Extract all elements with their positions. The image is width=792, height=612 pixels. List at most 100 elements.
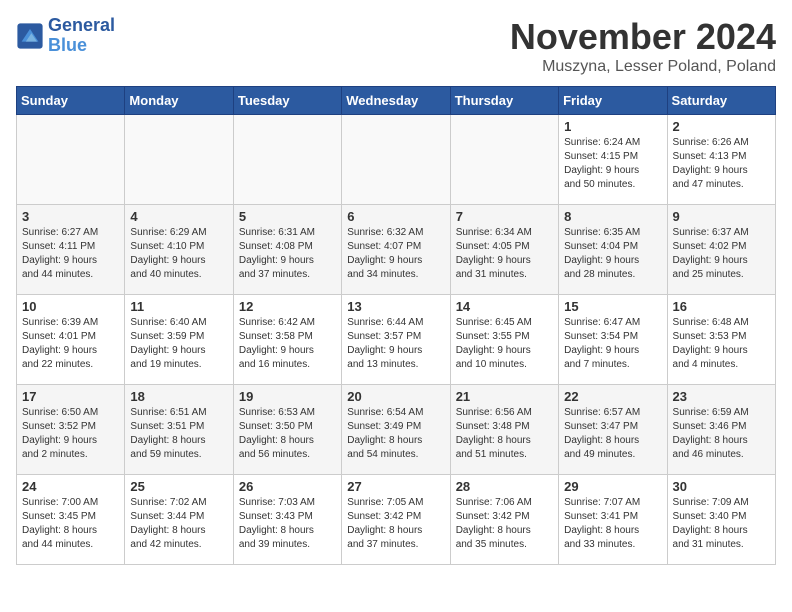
calendar-cell: 26 Sunrise: 7:03 AM Sunset: 3:43 PM Dayli…: [233, 475, 341, 565]
day-info: Sunrise: 6:27 AM Sunset: 4:11 PM Dayligh…: [22, 226, 119, 282]
header-wednesday: Wednesday: [342, 87, 450, 115]
calendar-week-0: 1Sunrise: 6:24 AM Sunset: 4:15 PM Daylig…: [17, 115, 776, 205]
header-row: Sunday Monday Tuesday Wednesday Thursday…: [17, 87, 776, 115]
header-friday: Friday: [559, 87, 667, 115]
calendar-cell: [450, 115, 558, 205]
calendar-cell: 18 Sunrise: 6:51 AM Sunset: 3:51 PM Dayli…: [125, 385, 233, 475]
day-info: Sunrise: 6:29 AM Sunset: 4:10 PM Dayligh…: [130, 226, 227, 282]
calendar-cell: 2 Sunrise: 6:26 AM Sunset: 4:13 PM Daylig…: [667, 115, 775, 205]
day-info: Sunrise: 6:24 AM Sunset: 4:15 PM Dayligh…: [564, 136, 661, 192]
day-number: 15: [564, 299, 661, 314]
calendar-cell: 12 Sunrise: 6:42 AM Sunset: 3:58 PM Dayli…: [233, 295, 341, 385]
calendar-cell: 22Sunrise: 6:57 AM Sunset: 3:47 PM Dayli…: [559, 385, 667, 475]
day-info: Sunrise: 6:31 AM Sunset: 4:08 PM Dayligh…: [239, 226, 336, 282]
calendar-cell: 3Sunrise: 6:27 AM Sunset: 4:11 PM Daylig…: [17, 205, 125, 295]
calendar-cell: 5 Sunrise: 6:31 AM Sunset: 4:08 PM Daylig…: [233, 205, 341, 295]
day-info: Sunrise: 7:06 AM Sunset: 3:42 PM Dayligh…: [456, 496, 553, 552]
calendar-cell: [17, 115, 125, 205]
day-info: Sunrise: 6:57 AM Sunset: 3:47 PM Dayligh…: [564, 406, 661, 462]
day-info: Sunrise: 6:26 AM Sunset: 4:13 PM Dayligh…: [673, 136, 770, 192]
calendar-cell: 13 Sunrise: 6:44 AM Sunset: 3:57 PM Dayli…: [342, 295, 450, 385]
calendar-cell: 21 Sunrise: 6:56 AM Sunset: 3:48 PM Dayli…: [450, 385, 558, 475]
day-info: Sunrise: 6:56 AM Sunset: 3:48 PM Dayligh…: [456, 406, 553, 462]
calendar-cell: 27 Sunrise: 7:05 AM Sunset: 3:42 PM Dayli…: [342, 475, 450, 565]
header-sunday: Sunday: [17, 87, 125, 115]
day-number: 10: [22, 299, 119, 314]
day-info: Sunrise: 6:47 AM Sunset: 3:54 PM Dayligh…: [564, 316, 661, 372]
day-number: 30: [673, 479, 770, 494]
day-info: Sunrise: 7:03 AM Sunset: 3:43 PM Dayligh…: [239, 496, 336, 552]
day-info: Sunrise: 6:39 AM Sunset: 4:01 PM Dayligh…: [22, 316, 119, 372]
day-number: 9: [673, 209, 770, 224]
month-title: November 2024: [510, 16, 776, 58]
day-number: 17: [22, 389, 119, 404]
calendar-cell: 1Sunrise: 6:24 AM Sunset: 4:15 PM Daylig…: [559, 115, 667, 205]
day-number: 16: [673, 299, 770, 314]
calendar-cell: [233, 115, 341, 205]
calendar-cell: 14 Sunrise: 6:45 AM Sunset: 3:55 PM Dayli…: [450, 295, 558, 385]
day-info: Sunrise: 7:00 AM Sunset: 3:45 PM Dayligh…: [22, 496, 119, 552]
page-header: General Blue November 2024 Muszyna, Less…: [16, 16, 776, 76]
day-number: 6: [347, 209, 444, 224]
day-info: Sunrise: 6:40 AM Sunset: 3:59 PM Dayligh…: [130, 316, 227, 372]
day-number: 13: [347, 299, 444, 314]
calendar-cell: 10 Sunrise: 6:39 AM Sunset: 4:01 PM Dayli…: [17, 295, 125, 385]
day-number: 18: [130, 389, 227, 404]
day-info: Sunrise: 6:50 AM Sunset: 3:52 PM Dayligh…: [22, 406, 119, 462]
location-subtitle: Muszyna, Lesser Poland, Poland: [510, 58, 776, 76]
day-info: Sunrise: 6:32 AM Sunset: 4:07 PM Dayligh…: [347, 226, 444, 282]
calendar-cell: [342, 115, 450, 205]
calendar-cell: 25 Sunrise: 7:02 AM Sunset: 3:44 PM Dayli…: [125, 475, 233, 565]
title-section: November 2024 Muszyna, Lesser Poland, Po…: [510, 16, 776, 76]
day-info: Sunrise: 6:44 AM Sunset: 3:57 PM Dayligh…: [347, 316, 444, 372]
day-info: Sunrise: 6:42 AM Sunset: 3:58 PM Dayligh…: [239, 316, 336, 372]
day-info: Sunrise: 6:53 AM Sunset: 3:50 PM Dayligh…: [239, 406, 336, 462]
logo-line2: Blue: [48, 36, 115, 56]
calendar-week-1: 3Sunrise: 6:27 AM Sunset: 4:11 PM Daylig…: [17, 205, 776, 295]
calendar-cell: 15 Sunrise: 6:47 AM Sunset: 3:54 PM Dayli…: [559, 295, 667, 385]
day-info: Sunrise: 6:59 AM Sunset: 3:46 PM Dayligh…: [673, 406, 770, 462]
day-info: Sunrise: 7:09 AM Sunset: 3:40 PM Dayligh…: [673, 496, 770, 552]
day-info: Sunrise: 6:51 AM Sunset: 3:51 PM Dayligh…: [130, 406, 227, 462]
day-info: Sunrise: 6:48 AM Sunset: 3:53 PM Dayligh…: [673, 316, 770, 372]
day-number: 5: [239, 209, 336, 224]
day-number: 12: [239, 299, 336, 314]
day-info: Sunrise: 7:05 AM Sunset: 3:42 PM Dayligh…: [347, 496, 444, 552]
calendar-cell: 6 Sunrise: 6:32 AM Sunset: 4:07 PM Daylig…: [342, 205, 450, 295]
header-tuesday: Tuesday: [233, 87, 341, 115]
day-info: Sunrise: 7:02 AM Sunset: 3:44 PM Dayligh…: [130, 496, 227, 552]
calendar-cell: 29Sunrise: 7:07 AM Sunset: 3:41 PM Dayli…: [559, 475, 667, 565]
day-number: 27: [347, 479, 444, 494]
day-number: 29: [564, 479, 661, 494]
day-number: 23: [673, 389, 770, 404]
day-number: 14: [456, 299, 553, 314]
day-number: 24: [22, 479, 119, 494]
day-info: Sunrise: 6:34 AM Sunset: 4:05 PM Dayligh…: [456, 226, 553, 282]
calendar-cell: [125, 115, 233, 205]
header-monday: Monday: [125, 87, 233, 115]
calendar-cell: 9 Sunrise: 6:37 AM Sunset: 4:02 PM Daylig…: [667, 205, 775, 295]
logo-line1: General: [48, 16, 115, 36]
logo: General Blue: [16, 16, 115, 56]
day-number: 8: [564, 209, 661, 224]
day-number: 25: [130, 479, 227, 494]
calendar-cell: 30 Sunrise: 7:09 AM Sunset: 3:40 PM Dayli…: [667, 475, 775, 565]
calendar-cell: 28 Sunrise: 7:06 AM Sunset: 3:42 PM Dayli…: [450, 475, 558, 565]
calendar-cell: 20Sunrise: 6:54 AM Sunset: 3:49 PM Dayli…: [342, 385, 450, 475]
calendar-table: Sunday Monday Tuesday Wednesday Thursday…: [16, 86, 776, 565]
calendar-week-3: 17 Sunrise: 6:50 AM Sunset: 3:52 PM Dayli…: [17, 385, 776, 475]
day-info: Sunrise: 6:37 AM Sunset: 4:02 PM Dayligh…: [673, 226, 770, 282]
day-number: 4: [130, 209, 227, 224]
calendar-cell: 17 Sunrise: 6:50 AM Sunset: 3:52 PM Dayli…: [17, 385, 125, 475]
day-number: 21: [456, 389, 553, 404]
day-number: 26: [239, 479, 336, 494]
calendar-week-2: 10 Sunrise: 6:39 AM Sunset: 4:01 PM Dayli…: [17, 295, 776, 385]
calendar-cell: 16 Sunrise: 6:48 AM Sunset: 3:53 PM Dayli…: [667, 295, 775, 385]
calendar-cell: 24 Sunrise: 7:00 AM Sunset: 3:45 PM Dayli…: [17, 475, 125, 565]
calendar-cell: 23 Sunrise: 6:59 AM Sunset: 3:46 PM Dayli…: [667, 385, 775, 475]
day-number: 28: [456, 479, 553, 494]
day-number: 19: [239, 389, 336, 404]
day-number: 2: [673, 119, 770, 134]
day-number: 11: [130, 299, 227, 314]
day-info: Sunrise: 6:45 AM Sunset: 3:55 PM Dayligh…: [456, 316, 553, 372]
